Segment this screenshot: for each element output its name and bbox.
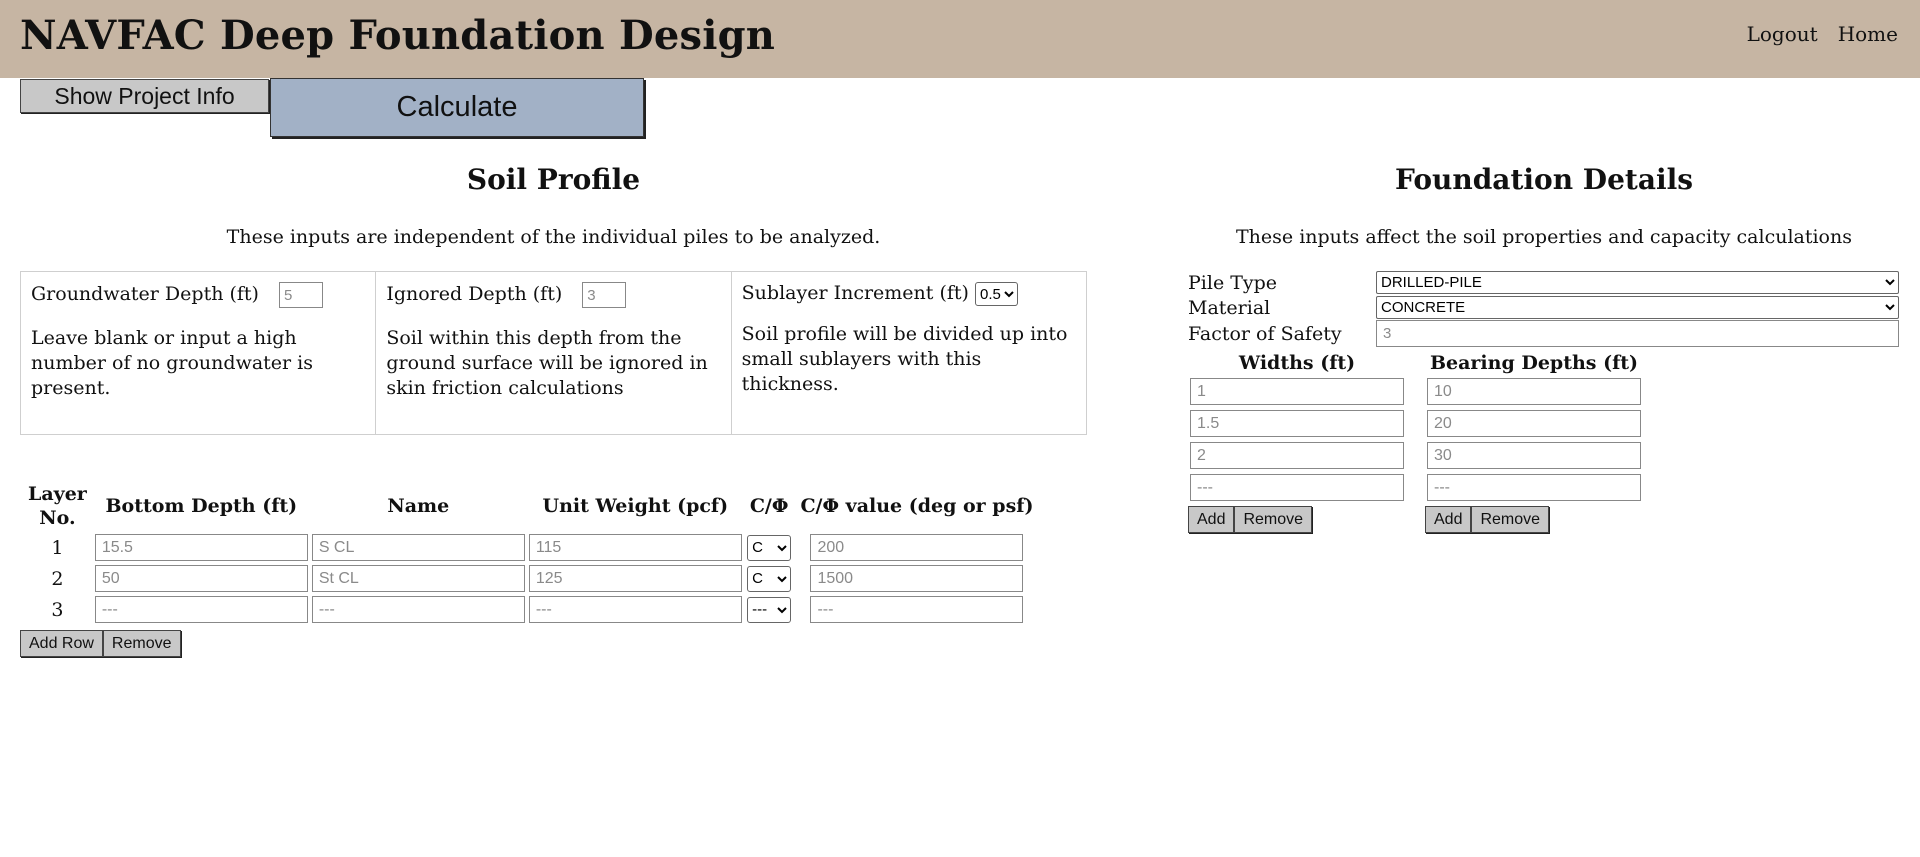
app-header: NAVFAC Deep Foundation Design Logout Hom… (0, 0, 1920, 78)
c-phi-select[interactable]: --- (747, 596, 792, 623)
widths-column: Widths (ft) Add Remove (1188, 352, 1406, 533)
table-row: 2 C (24, 565, 1037, 592)
sublayer-label: Sublayer Increment (ft) (741, 282, 969, 304)
add-bearing-depth-button[interactable]: Add (1425, 506, 1472, 533)
factor-of-safety-input[interactable] (1376, 320, 1899, 347)
bearing-depth-input[interactable] (1427, 474, 1641, 501)
bearing-depths-buttons: Add Remove (1425, 506, 1643, 533)
bearing-depths-header: Bearing Depths (ft) (1429, 352, 1639, 374)
groundwater-label: Groundwater Depth (ft) (31, 283, 259, 305)
factor-of-safety-row: Factor of Safety (1188, 320, 1900, 347)
name-header: Name (387, 495, 450, 517)
c-phi-select[interactable]: C (747, 565, 792, 592)
groundwater-setting: Groundwater Depth (ft) Leave blank or in… (21, 272, 377, 434)
layer-number: 2 (51, 567, 64, 590)
c-phi-value-input[interactable] (810, 565, 1024, 592)
groundwater-description: Leave blank or input a high number of no… (31, 327, 313, 399)
layer-number: 1 (51, 536, 64, 559)
unit-weight-input[interactable] (528, 596, 742, 623)
table-row: 3 --- (24, 596, 1037, 623)
home-link[interactable]: Home (1838, 22, 1898, 46)
pile-type-row: Pile Type DRILLED-PILE (1188, 270, 1900, 295)
table-header-row: Layer No. Bottom Depth (ft) Name Unit We… (24, 482, 1037, 530)
material-select[interactable]: CONCRETE (1376, 296, 1899, 319)
material-row: Material CONCRETE (1188, 295, 1900, 320)
factor-of-safety-label: Factor of Safety (1188, 322, 1342, 345)
bearing-depth-input[interactable] (1427, 410, 1641, 437)
soil-profile-subtitle: These inputs are independent of the indi… (226, 226, 881, 248)
material-label: Material (1188, 296, 1271, 319)
unit-weight-input[interactable] (528, 534, 742, 561)
sublayer-increment-select[interactable]: 0.5 (975, 282, 1018, 306)
bottom-depth-input[interactable] (94, 565, 308, 592)
calculate-button[interactable]: Calculate (270, 78, 644, 137)
layer-name-input[interactable] (311, 596, 525, 623)
sublayer-description: Soil profile will be divided up into sma… (741, 323, 1068, 395)
top-nav: Logout Home (1747, 22, 1898, 46)
ignored-depth-setting: Ignored Depth (ft) Soil within this dept… (376, 272, 732, 434)
unit-weight-input[interactable] (528, 565, 742, 592)
c-phi-value-input[interactable] (810, 596, 1024, 623)
c-phi-header: C/Φ (749, 495, 789, 517)
width-input[interactable] (1190, 474, 1404, 501)
bottom-depth-input[interactable] (94, 534, 308, 561)
width-input[interactable] (1190, 410, 1404, 437)
remove-bearing-depth-button[interactable]: Remove (1471, 506, 1550, 533)
foundation-form: Pile Type DRILLED-PILE Material CONCRETE… (1188, 270, 1900, 347)
foundation-details-title: Foundation Details (1394, 163, 1694, 196)
app-title: NAVFAC Deep Foundation Design (20, 12, 776, 59)
bearing-depth-input[interactable] (1427, 378, 1641, 405)
pile-type-select[interactable]: DRILLED-PILE (1376, 271, 1899, 294)
unit-weight-header: Unit Weight (pcf) (542, 495, 729, 517)
table-row: 1 C (24, 534, 1037, 561)
soil-layer-table: Layer No. Bottom Depth (ft) Name Unit We… (20, 478, 1041, 627)
logout-link[interactable]: Logout (1747, 22, 1818, 46)
c-phi-value-input[interactable] (810, 534, 1024, 561)
foundation-details-subtitle: These inputs affect the soil properties … (1236, 226, 1852, 248)
widths-header: Widths (ft) (1238, 352, 1356, 374)
add-row-button[interactable]: Add Row (20, 630, 103, 657)
groundwater-depth-input[interactable] (279, 282, 324, 308)
bearing-depth-input[interactable] (1427, 442, 1641, 469)
soil-profile-title: Soil Profile (466, 163, 641, 196)
layer-name-input[interactable] (311, 534, 525, 561)
show-project-info-button[interactable]: Show Project Info (20, 79, 269, 113)
width-input[interactable] (1190, 442, 1404, 469)
layer-name-input[interactable] (311, 565, 525, 592)
ignored-depth-description: Soil within this depth from the ground s… (386, 327, 708, 399)
layer-no-header: Layer No. (28, 483, 87, 529)
bearing-depths-column: Bearing Depths (ft) Add Remove (1425, 352, 1643, 533)
ignored-depth-input[interactable] (582, 282, 627, 308)
remove-width-button[interactable]: Remove (1234, 506, 1313, 533)
soil-settings-panel: Groundwater Depth (ft) Leave blank or in… (20, 271, 1087, 435)
layer-row-buttons: Add Row Remove (20, 630, 181, 657)
bottom-depth-input[interactable] (94, 596, 308, 623)
width-input[interactable] (1190, 378, 1404, 405)
layer-number: 3 (51, 598, 64, 621)
c-phi-select[interactable]: C (747, 534, 792, 561)
sublayer-setting: Sublayer Increment (ft) 0.5 Soil profile… (732, 272, 1086, 434)
widths-buttons: Add Remove (1188, 506, 1406, 533)
c-phi-value-header: C/Φ value (deg or psf) (800, 495, 1034, 517)
remove-row-button[interactable]: Remove (102, 630, 181, 657)
pile-type-label: Pile Type (1188, 271, 1278, 294)
bottom-depth-header: Bottom Depth (ft) (105, 495, 298, 517)
add-width-button[interactable]: Add (1188, 506, 1235, 533)
ignored-depth-label: Ignored Depth (ft) (386, 283, 563, 305)
